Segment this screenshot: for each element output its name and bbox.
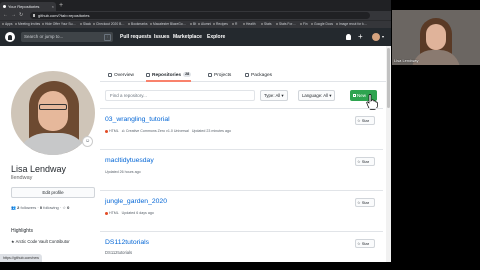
nav-issues[interactable]: Issues	[154, 28, 170, 46]
bookmark-item[interactable]: Health	[243, 21, 256, 28]
repo-description: DS112tutorials	[105, 250, 133, 255]
tab-overview[interactable]: Overview	[108, 69, 134, 82]
language-color-icon	[105, 211, 108, 215]
notifications-bell-icon[interactable]	[346, 34, 351, 40]
followers-label[interactable]: followers	[20, 205, 36, 210]
set-status-emoji-icon[interactable]: ☺	[82, 136, 93, 147]
following-count[interactable]: 0	[40, 205, 42, 210]
repo-list-item: DS112tutorials DS112tutorials ☆ Star	[100, 231, 383, 262]
bookmark-item[interactable]: Checkout 2020 B…	[93, 21, 125, 28]
page-scrollbar[interactable]	[386, 46, 391, 262]
bookmark-item[interactable]: Google Docs	[311, 21, 333, 28]
browser-window: Your Repositories × + ← → ↻ github.com/?…	[0, 0, 391, 262]
bookmark-item[interactable]: Stats	[261, 21, 272, 28]
follow-stats: 👥 2 followers · 0 following · ☆ 0	[11, 205, 70, 210]
url-field[interactable]: github.com/?tab=repositories	[30, 12, 370, 19]
star-button[interactable]: ☆ Star	[355, 157, 375, 166]
bookmark-item[interactable]: Recipes	[213, 21, 228, 28]
nav-explore[interactable]: Explore	[207, 28, 225, 46]
find-repository-input[interactable]: Find a repository...	[105, 90, 255, 101]
highlight-arctic-vault[interactable]: ★ Arctic Code Vault Contributor	[11, 239, 70, 244]
bookmark-item[interactable]: Hide Offer Your Su…	[42, 21, 76, 28]
edit-profile-button[interactable]: Edit profile	[11, 187, 95, 198]
bookmark-item[interactable]: Apps	[2, 21, 13, 28]
user-avatar-small[interactable]	[372, 33, 380, 41]
repo-icon	[353, 94, 356, 98]
repo-meta: HTML ⚖ Creative Commons Zero v1.0 Univer…	[105, 129, 231, 133]
browser-tab[interactable]: Your Repositories ×	[0, 2, 56, 11]
project-icon	[208, 72, 212, 77]
star-button[interactable]: ☆ Star	[355, 239, 375, 248]
language-filter-dropdown[interactable]: Language: All ▾	[298, 90, 336, 101]
user-menu-caret-icon[interactable]: ▾	[382, 28, 384, 46]
repo-icon	[146, 72, 150, 77]
reload-button[interactable]: ↻	[19, 11, 23, 20]
bookmark-item[interactable]: R	[232, 21, 237, 28]
bookmark-item[interactable]: Bookmarks	[128, 21, 148, 28]
profile-username: llendway	[11, 175, 33, 181]
tab-title: Your Repositories	[8, 4, 40, 9]
bookmark-item[interactable]: Fin	[300, 21, 308, 28]
repo-list-item: macltidytuesday Updated 26 hours ago ☆ S…	[100, 149, 383, 189]
lock-icon	[33, 14, 35, 17]
star-button[interactable]: ☆ Star	[355, 198, 375, 207]
repo-meta: HTML Updated 6 days ago	[105, 211, 154, 215]
browser-tab-bar: Your Repositories × +	[0, 0, 391, 11]
license-icon: ⚖	[121, 129, 125, 133]
profile-tabs: Overview Repositories 28 Projects Package…	[100, 69, 390, 82]
profile-full-name: Lisa Lendway	[11, 164, 67, 174]
bookmark-item[interactable]: Alumni	[198, 21, 211, 28]
tab-close-icon[interactable]: ×	[52, 2, 54, 11]
type-filter-dropdown[interactable]: Type: All ▾	[260, 90, 288, 101]
repo-count-badge: 28	[183, 72, 192, 78]
repo-list-item: 03_wrangling_tutorial HTML ⚖ Creative Co…	[100, 108, 383, 148]
create-new-plus-icon[interactable]: +	[358, 28, 363, 46]
webcam-name-label: Lisa Lendway	[394, 58, 419, 63]
bookmarks-bar: Apps Meeting Invites Hide Offer Your Su……	[0, 20, 391, 28]
repo-meta: Updated 26 hours ago	[105, 170, 141, 174]
search-placeholder: Search or jump to...	[24, 34, 64, 39]
followers-count[interactable]: 2	[17, 205, 19, 210]
package-icon	[245, 72, 249, 77]
github-favicon-icon	[3, 5, 6, 8]
bookmark-item[interactable]: Image recut for k…	[336, 21, 367, 28]
book-icon	[108, 72, 112, 77]
repo-name-link[interactable]: macltidytuesday	[105, 157, 154, 164]
scrollbar-thumb[interactable]	[387, 48, 390, 108]
tab-repositories[interactable]: Repositories 28	[146, 69, 192, 82]
star-button[interactable]: ☆ Star	[355, 116, 375, 125]
repo-list-item: jungle_garden_2020 HTML Updated 6 days a…	[100, 190, 383, 230]
bookmark-item[interactable]: Meeting Invites	[15, 21, 40, 28]
repo-name-link[interactable]: jungle_garden_2020	[105, 198, 167, 205]
new-tab-button[interactable]: +	[59, 1, 63, 10]
github-logo-icon[interactable]	[5, 32, 15, 42]
back-button[interactable]: ←	[3, 11, 8, 20]
url-text: github.com/?tab=repositories	[38, 13, 90, 18]
repo-name-link[interactable]: 03_wrangling_tutorial	[105, 116, 170, 123]
link-status-bar: https://github.com/new	[0, 254, 42, 262]
forward-button[interactable]: →	[11, 11, 16, 20]
tab-packages[interactable]: Packages	[245, 69, 272, 82]
following-label[interactable]: following	[43, 205, 59, 210]
bookmark-item[interactable]: Bt	[190, 21, 196, 28]
bookmark-item[interactable]: Slack	[80, 21, 91, 28]
bookmark-item[interactable]: Macalester BlazeGo…	[150, 21, 186, 28]
stars-count[interactable]: 0	[67, 205, 69, 210]
github-search-input[interactable]: Search or jump to... /	[21, 32, 113, 42]
github-header: Search or jump to... / Pull requests Iss…	[0, 28, 391, 46]
highlights-heading: Highlights	[11, 228, 33, 234]
address-bar-row: ← → ↻ github.com/?tab=repositories	[0, 11, 391, 20]
star-icon: ☆	[62, 205, 66, 210]
language-color-icon	[105, 129, 108, 133]
repo-name-link[interactable]: DS112tutorials	[105, 239, 149, 246]
bookmark-item[interactable]: Stats For…	[276, 21, 296, 28]
slash-key-icon: /	[104, 34, 111, 41]
tab-projects[interactable]: Projects	[208, 69, 231, 82]
nav-marketplace[interactable]: Marketplace	[173, 28, 202, 46]
webcam-overlay: Lisa Lendway	[392, 10, 480, 65]
people-icon: 👥	[11, 205, 16, 210]
nav-pull-requests[interactable]: Pull requests	[120, 28, 151, 46]
